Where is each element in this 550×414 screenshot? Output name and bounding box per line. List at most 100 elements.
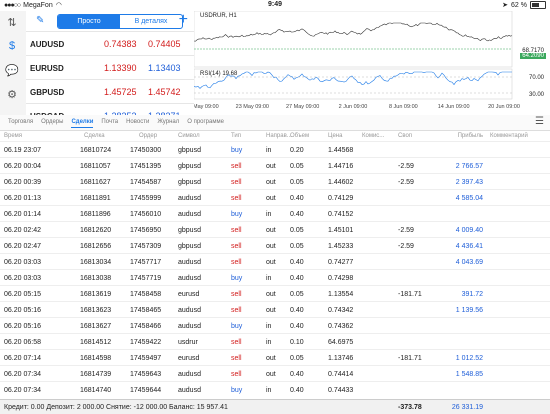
cell-volume: 0.05: [290, 178, 304, 186]
table-row[interactable]: 06.20 06:58 16814512 17459422 usdrur sell in 0…: [0, 333, 550, 350]
cell-direction: out: [266, 354, 276, 362]
table-row[interactable]: 06.20 00:39 16811627 17454587 gbpusd sell out…: [0, 173, 550, 190]
table-row[interactable]: 06.20 03:03 16813038 17457719 audusd buy in 0.…: [0, 269, 550, 286]
cell-profit: 1 139.56: [455, 306, 483, 314]
quote-row[interactable]: AUDUSD 0.74383 0.74405: [26, 31, 194, 56]
menu-icon[interactable]: ☰: [535, 116, 544, 127]
col-type[interactable]: Тип: [231, 133, 241, 139]
cell-type: sell: [231, 226, 242, 234]
col-commission[interactable]: Комис...: [362, 133, 384, 139]
cell-direction: in: [266, 338, 272, 346]
tab-item[interactable]: Журнал: [157, 117, 179, 128]
cell-order: 17458458: [130, 290, 162, 298]
cell-profit: 2 397.43: [455, 178, 483, 186]
cell-time: 06.20 06:58: [4, 338, 41, 346]
table-row[interactable]: 06.20 00:04 16811057 17451395 gbpusd sell out…: [0, 157, 550, 174]
quote-bid[interactable]: 0.74383: [104, 39, 137, 49]
quotes-panel: ✎ Просто В деталях + AUDUSD 0.74383 0.7440…: [26, 11, 195, 121]
status-bar: ●●●○○ MegaFon ◠ 9:49 ➤ 62 %: [0, 0, 550, 11]
col-direction[interactable]: Направ...: [266, 133, 292, 139]
cell-type: buy: [231, 386, 243, 394]
cell-deal: 16813619: [80, 290, 112, 298]
tab-item[interactable]: Новости: [126, 117, 149, 128]
col-comment[interactable]: Комментарий: [490, 133, 528, 139]
col-swap[interactable]: Своп: [398, 133, 412, 139]
price-chart[interactable]: 17 May 09:00 23 May 09:00 27 May 09:00 2 Ju…: [185, 10, 550, 115]
summary-text: Кредит: 0.00 Депозит: 2 000.00 Снятие: -…: [4, 403, 228, 411]
col-price[interactable]: Цена: [328, 133, 342, 139]
cell-time: 06.20 07:14: [4, 354, 41, 362]
tab-simple[interactable]: Просто: [58, 15, 120, 28]
cell-order: 17457309: [130, 242, 162, 250]
chat-icon[interactable]: 💬: [5, 63, 19, 77]
table-row[interactable]: 06.20 02:47 16812656 17457309 gbpusd sell out…: [0, 237, 550, 254]
left-toolbar: ⇅ $ 💬 ⚙: [0, 11, 27, 115]
cell-type: buy: [231, 146, 243, 154]
cell-deal: 16813038: [80, 274, 112, 282]
quote-row[interactable]: GBPUSD 1.45725 1.45742: [26, 79, 194, 104]
col-volume[interactable]: Объем: [290, 133, 309, 139]
cell-deal: 16811627: [80, 178, 111, 186]
cell-swap: -2.59: [398, 162, 414, 170]
col-deal[interactable]: Сделка: [84, 133, 105, 139]
table-row[interactable]: 06.20 05:16 16813627 17458466 audusd buy in 0.…: [0, 317, 550, 334]
settings-icon[interactable]: ⚙: [5, 87, 19, 101]
cell-deal: 16814739: [80, 370, 112, 378]
cell-order: 17458465: [130, 306, 162, 314]
quote-bid[interactable]: 1.13390: [104, 63, 137, 73]
tab-item[interactable]: Сделки: [71, 117, 94, 128]
chart-title: USDRUR, H1: [200, 13, 237, 19]
cell-swap: -2.59: [398, 226, 414, 234]
cell-time: 06.20 01:13: [4, 194, 41, 202]
cell-type: sell: [231, 338, 242, 346]
cell-time: 06.20 07:34: [4, 370, 41, 378]
cell-profit: 4 009.40: [455, 226, 483, 234]
cell-time: 06.20 00:39: [4, 178, 41, 186]
table-row[interactable]: 06.20 07:34 16814740 17459644 audusd buy in 0.…: [0, 381, 550, 398]
table-row[interactable]: 06.20 01:14 16811896 17456010 audusd buy in 0.…: [0, 205, 550, 222]
summary-bar: Кредит: 0.00 Депозит: 2 000.00 Снятие: -…: [0, 399, 550, 414]
table-row[interactable]: 06.20 07:34 16814739 17459643 audusd sell out…: [0, 365, 550, 382]
cell-swap: -181.71: [398, 290, 422, 298]
tab-item[interactable]: Торговля: [8, 117, 33, 128]
quote-bid[interactable]: 1.45725: [104, 87, 137, 97]
quote-ask[interactable]: 1.45742: [148, 87, 181, 97]
clock: 9:49: [267, 1, 282, 8]
cell-profit: 4 436.41: [455, 242, 483, 250]
rsi-tick-70: 70.00: [528, 75, 544, 81]
cell-time: 06.20 01:14: [4, 210, 41, 218]
tab-item[interactable]: Почта: [101, 117, 118, 128]
edit-icon[interactable]: ✎: [36, 15, 44, 26]
table-row[interactable]: 06.20 07:14 16814598 17459497 eurusd sell out…: [0, 349, 550, 366]
tab-item[interactable]: О программе: [187, 117, 224, 128]
table-row[interactable]: 06.20 02:42 16812620 17456950 gbpusd sell out…: [0, 221, 550, 238]
table-row[interactable]: 06.20 05:15 16813619 17458458 eurusd sell out…: [0, 285, 550, 302]
cell-order: 17456950: [130, 226, 162, 234]
table-row[interactable]: 06.19 23:07 16810724 17450300 gbpusd buy in 0.…: [0, 141, 550, 158]
cell-volume: 0.05: [290, 242, 304, 250]
col-time[interactable]: Время: [4, 133, 22, 139]
table-row[interactable]: 06.20 05:16 16813623 17458465 audusd sell out…: [0, 301, 550, 318]
col-order[interactable]: Ордер: [139, 133, 157, 139]
quote-ask[interactable]: 0.74405: [148, 39, 181, 49]
view-mode-segment: Просто В деталях: [57, 14, 183, 29]
cell-volume: 0.40: [290, 210, 304, 218]
quotes-icon[interactable]: ⇅: [5, 15, 19, 29]
add-symbol-icon[interactable]: +: [179, 12, 188, 28]
cell-time: 06.20 03:03: [4, 258, 41, 266]
tab-detailed[interactable]: В деталях: [120, 15, 182, 28]
quote-ask[interactable]: 1.13403: [148, 63, 181, 73]
table-header: Время Сделка Ордер Символ Тип Направ... …: [0, 130, 550, 141]
table-row[interactable]: 06.20 01:13 16811891 17455999 audusd sell out…: [0, 189, 550, 206]
cell-deal: 16814740: [80, 386, 112, 394]
quote-symbol: GBPUSD: [30, 87, 65, 97]
quote-row[interactable]: EURUSD 1.13390 1.13403: [26, 55, 194, 80]
col-profit[interactable]: Прибыль: [453, 133, 483, 139]
cell-time: 06.20 00:04: [4, 162, 41, 170]
rsi-pane: [193, 68, 513, 100]
table-row[interactable]: 06.20 03:03 16813034 17457717 audusd sell out…: [0, 253, 550, 270]
col-symbol[interactable]: Символ: [178, 133, 200, 139]
trade-icon[interactable]: $: [5, 39, 19, 53]
tab-item[interactable]: Ордеры: [41, 117, 63, 128]
cell-volume: 0.40: [290, 322, 304, 330]
